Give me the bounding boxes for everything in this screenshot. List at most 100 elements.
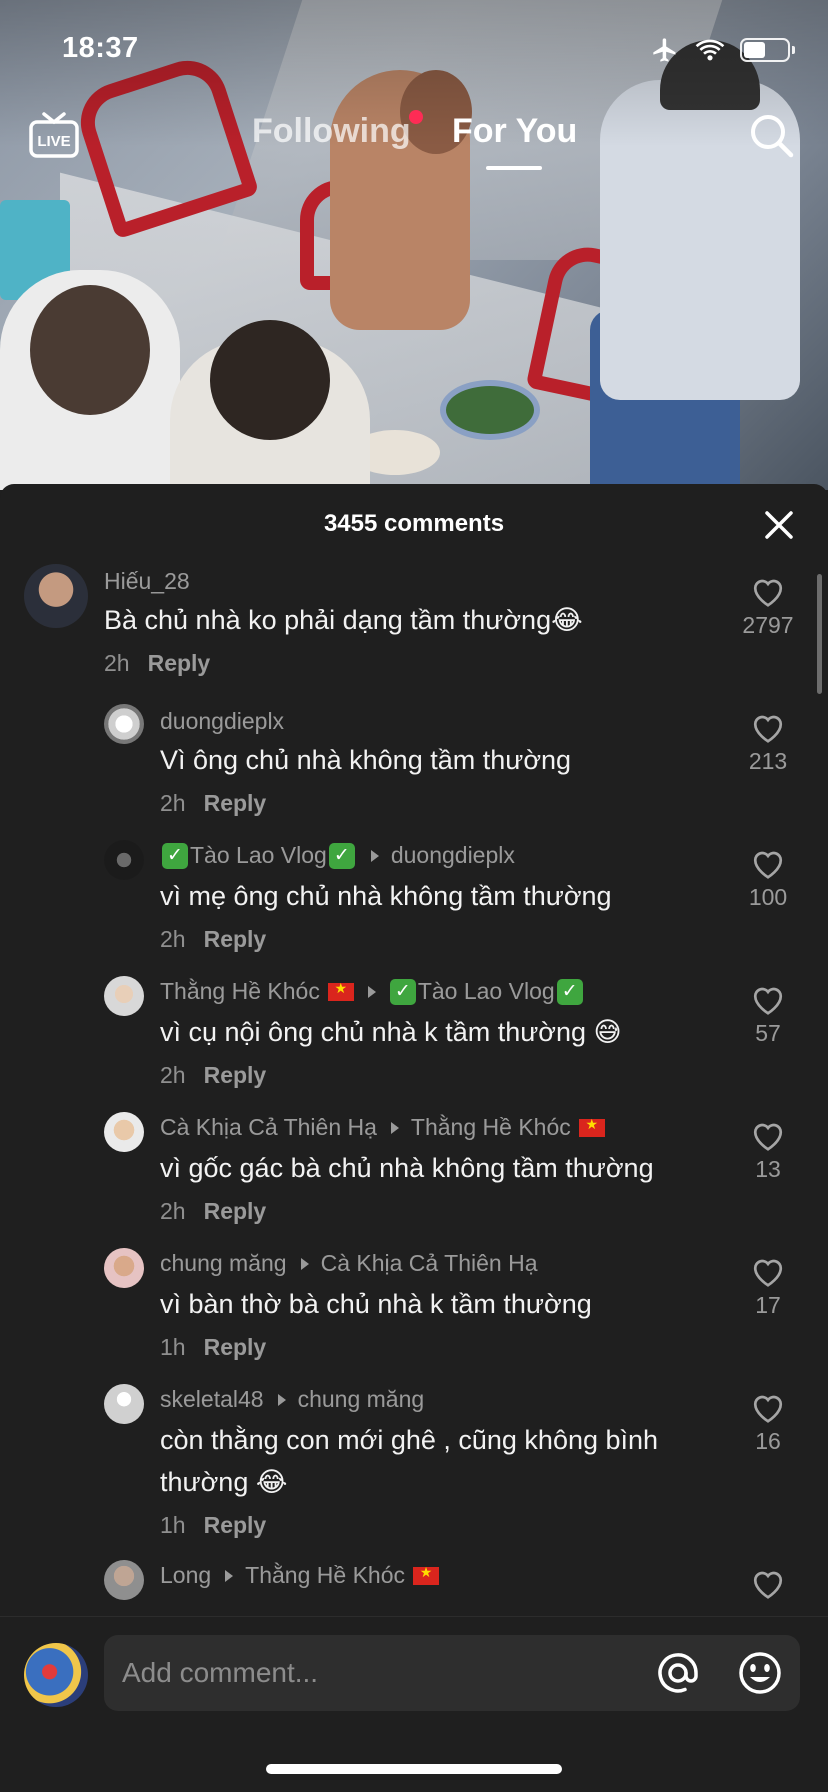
comment-username[interactable]: chung măng Cà Khịa Cả Thiên Hạ — [160, 1250, 538, 1277]
comment-item: Hiếu_28 Bà chủ nhà ko phải dạng tầm thườ… — [0, 564, 828, 694]
like-button[interactable]: 100 — [722, 846, 814, 911]
home-indicator[interactable] — [266, 1764, 562, 1774]
comment-text: Vì ông chủ nhà không tầm thường — [160, 745, 572, 775]
comment-username[interactable]: ✓ Tào Lao Vlog ✓ duongdieplx — [160, 842, 515, 869]
comment-meta: 1h Reply — [160, 1334, 266, 1361]
vietnam-flag-icon — [578, 1116, 605, 1137]
comment-compose-bar — [0, 1616, 828, 1716]
search-icon[interactable] — [746, 110, 796, 160]
comment-username[interactable]: skeletal48 chung măng — [160, 1386, 424, 1413]
reply-item: duongdieplx Vì ông chủ nhà không tầm thư… — [0, 704, 828, 834]
comment-meta: 2h Reply — [160, 926, 266, 953]
like-count: 213 — [748, 748, 788, 774]
comment-username[interactable]: Cà Khịa Cả Thiên Hạ Thằng Hề Khóc — [160, 1114, 605, 1141]
emoji-icon[interactable] — [736, 1649, 784, 1697]
avatar[interactable] — [104, 976, 144, 1016]
notification-dot — [409, 110, 423, 124]
comment-list[interactable]: Hiếu_28 Bà chủ nhà ko phải dạng tầm thườ… — [0, 564, 828, 1704]
vietnam-flag-icon — [413, 1564, 439, 1585]
close-icon[interactable] — [762, 508, 796, 542]
my-avatar[interactable] — [24, 1643, 88, 1707]
reply-item: Cà Khịa Cả Thiên Hạ Thằng Hề Khóc vì gốc… — [0, 1112, 828, 1242]
checkmark-icon: ✓ — [389, 978, 416, 1005]
reply-button[interactable]: Reply — [204, 1062, 267, 1088]
comment-text: vì mẹ ông chủ nhà không tầm thường — [160, 881, 612, 911]
like-count: 13 — [755, 1156, 781, 1182]
live-icon[interactable]: LIVE — [28, 110, 80, 160]
avatar[interactable] — [104, 1384, 144, 1424]
like-button[interactable]: 16 — [722, 1390, 814, 1455]
top-navigation: LIVE Following For You — [0, 100, 828, 180]
comments-header: 3455 comments — [0, 484, 828, 564]
like-count: 17 — [755, 1292, 781, 1318]
like-count: 16 — [755, 1428, 781, 1454]
reply-item: skeletal48 chung măng còn thằng con mới … — [0, 1384, 828, 1554]
status-time: 18:37 — [62, 32, 139, 64]
like-count: 2797 — [742, 612, 794, 638]
comments-sheet: 3455 comments Hiếu_28 Bà chủ nhà ko phải… — [0, 484, 828, 1792]
status-bar: 18:37 — [0, 0, 828, 100]
mention-icon[interactable] — [654, 1649, 702, 1697]
comment-time: 1h — [160, 1512, 186, 1538]
reply-item: chung măng Cà Khịa Cả Thiên Hạ vì bàn th… — [0, 1248, 828, 1378]
comment-username[interactable]: Thằng Hề Khóc ✓Tào Lao Vlog✓ — [160, 978, 585, 1005]
reply-arrow-icon — [277, 1393, 286, 1406]
reply-button[interactable]: Reply — [204, 1512, 267, 1538]
reply-arrow-icon — [390, 1121, 399, 1134]
reply-button[interactable]: Reply — [204, 1334, 267, 1360]
comment-text: Bà chủ nhà ko phải dạng tầm thường😂 — [104, 605, 583, 635]
comment-time: 2h — [160, 1062, 186, 1088]
vietnam-flag-icon — [327, 980, 354, 1001]
active-tab-indicator — [486, 166, 542, 170]
avatar[interactable] — [104, 1560, 144, 1600]
heart-icon — [753, 579, 783, 607]
battery-icon — [740, 38, 795, 62]
reply-arrow-icon — [370, 849, 379, 862]
heart-icon — [753, 851, 783, 879]
avatar[interactable] — [104, 840, 144, 880]
comment-input-container — [104, 1635, 800, 1711]
comment-time: 2h — [104, 650, 130, 676]
heart-icon — [753, 1259, 783, 1287]
comment-meta: 1h Reply — [160, 1512, 266, 1539]
comment-meta: 2h Reply — [160, 1062, 266, 1089]
airplane-icon — [653, 38, 676, 62]
wifi-icon — [695, 39, 725, 61]
like-count: 100 — [748, 884, 788, 910]
avatar[interactable] — [24, 564, 88, 628]
tab-for-you[interactable]: For You — [452, 112, 577, 151]
like-button[interactable] — [722, 1566, 814, 1600]
comment-username[interactable]: Long Thằng Hề Khóc — [160, 1562, 439, 1589]
comments-count: 3455 comments — [323, 510, 505, 537]
reply-button[interactable]: Reply — [148, 650, 211, 676]
comment-input[interactable] — [122, 1635, 622, 1711]
reply-arrow-icon — [300, 1257, 309, 1270]
reply-button[interactable]: Reply — [204, 926, 267, 952]
comment-time: 1h — [160, 1334, 186, 1360]
comment-time: 2h — [160, 926, 186, 952]
like-button[interactable]: 213 — [722, 710, 814, 775]
like-button[interactable]: 57 — [722, 982, 814, 1047]
heart-icon — [753, 715, 783, 743]
reply-item: ✓ Tào Lao Vlog ✓ duongdieplx vì mẹ ông chủ… — [0, 840, 828, 970]
comment-text: vì gốc gác bà chủ nhà không tầm thường — [160, 1153, 654, 1183]
like-button[interactable]: 17 — [722, 1254, 814, 1319]
tab-following[interactable]: Following — [252, 112, 411, 151]
comment-username[interactable]: Hiếu_28 — [104, 568, 190, 595]
avatar[interactable] — [104, 1248, 144, 1288]
checkmark-icon: ✓ — [162, 842, 188, 869]
reply-arrow-icon — [225, 1569, 234, 1582]
like-button[interactable]: 13 — [722, 1118, 814, 1183]
comment-time: 2h — [160, 1198, 186, 1224]
reply-item: Thằng Hề Khóc ✓Tào Lao Vlog✓ vì cụ nội ô… — [0, 976, 828, 1106]
checkmark-icon: ✓ — [556, 978, 583, 1005]
avatar[interactable] — [104, 1112, 144, 1152]
comment-meta: 2h Reply — [104, 650, 210, 677]
reply-button[interactable]: Reply — [204, 1198, 267, 1224]
heart-icon — [753, 1123, 783, 1151]
avatar[interactable] — [104, 704, 144, 744]
reply-button[interactable]: Reply — [204, 790, 267, 816]
comment-text: còn thằng con mới ghê , cũng không bình … — [160, 1425, 659, 1497]
comment-username[interactable]: duongdieplx — [160, 708, 284, 735]
like-button[interactable]: 2797 — [722, 574, 814, 639]
